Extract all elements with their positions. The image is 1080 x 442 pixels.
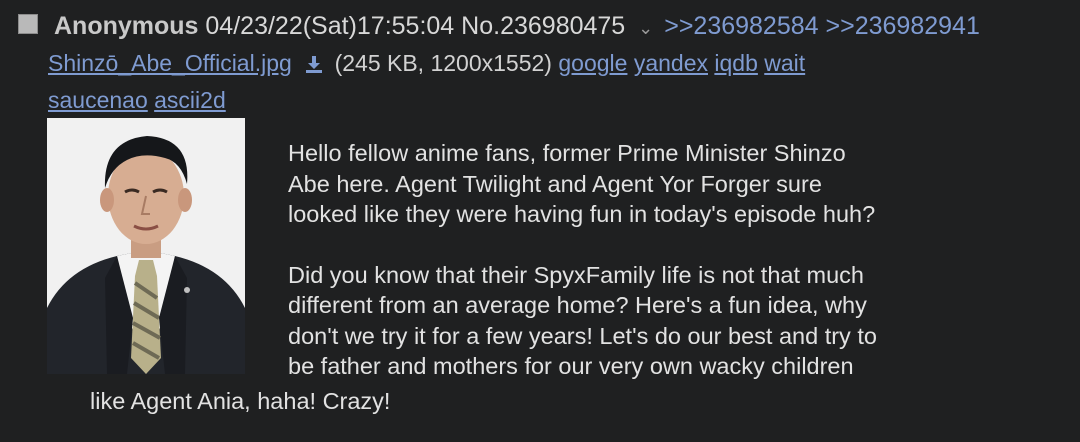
message-line: looked like they were having fun in toda… [288,201,876,227]
poster-name: Anonymous [54,12,199,40]
search-link-iqdb[interactable]: iqdb [714,50,757,76]
search-link-wait[interactable]: wait [764,50,805,76]
message-line: be father and mothers for our very own w… [288,353,854,379]
message-line: Hello fellow anime fans, former Prime Mi… [288,140,846,166]
search-link-saucenao[interactable]: saucenao [48,87,148,113]
message-line: Did you know that their SpyxFamily life … [288,261,864,288]
checkbox-icon[interactable] [18,14,38,34]
post-datetime: 04/23/22(Sat)17:55:04 [205,12,455,40]
reply-link-2[interactable]: >>236982941 [826,12,980,40]
message-last-line: like Agent Ania, haha! Crazy! [90,388,391,414]
search-link-google[interactable]: google [558,50,627,76]
message-line: different from an average home? Here's a… [288,292,867,318]
file-info: Shinzō_Abe_Official.jpg (245 KB, 1200x15… [48,46,805,117]
message-line: don't we try it for a few years! Let's d… [288,322,877,349]
post-header: Anonymous 04/23/22(Sat)17:55:04 No.23698… [54,11,980,43]
message-line: Abe here. Agent Twilight and Agent Yor F… [288,170,822,197]
post-message: Hello fellow anime fans, former Prime Mi… [288,138,1058,382]
reply-link-1[interactable]: >>236982584 [664,12,818,40]
search-link-yandex[interactable]: yandex [634,50,708,76]
file-meta: (245 KB, 1200x1552) [334,50,552,76]
post-container: Anonymous 04/23/22(Sat)17:55:04 No.23698… [0,0,1080,442]
download-icon[interactable] [304,49,324,83]
file-name-link[interactable]: Shinzō_Abe_Official.jpg [48,50,292,76]
post-thumbnail[interactable] [47,118,245,374]
search-link-ascii2d[interactable]: ascii2d [154,87,226,113]
chevron-down-icon[interactable]: ⌄ [638,18,653,38]
post-number[interactable]: No.236980475 [461,12,625,40]
